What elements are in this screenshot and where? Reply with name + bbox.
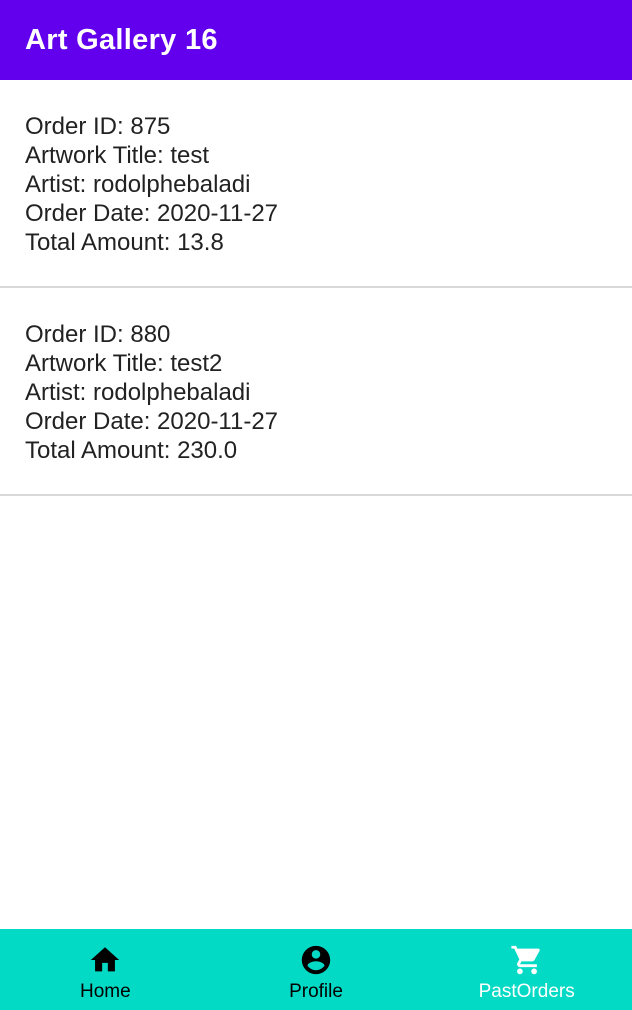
account-circle-icon [301, 945, 331, 975]
nav-item-profile[interactable]: Profile [211, 929, 422, 1010]
app-bar: Art Gallery 16 [0, 0, 632, 80]
order-id: Order ID: 880 [25, 321, 171, 348]
nav-label-home: Home [79, 981, 131, 1002]
orders-list[interactable]: Order ID: 875 Artwork Title: test Artist… [0, 80, 632, 929]
nav-item-pastorders[interactable]: PastOrders [421, 929, 632, 1010]
shopping-cart-icon [511, 945, 540, 975]
nav-label-profile: Profile [289, 981, 343, 1002]
nav-label-pastorders: PastOrders [478, 981, 575, 1002]
order-date: Order Date: 2020-11-27 [25, 408, 279, 435]
total-amount: Total Amount: 230.0 [25, 437, 238, 464]
bottom-navigation: Home Profile PastOrders [0, 929, 632, 1010]
app-title: Art Gallery 16 [25, 23, 218, 56]
order-list-item[interactable]: Order ID: 875 Artwork Title: test Artist… [0, 80, 632, 288]
artwork-title: Artwork Title: test [25, 142, 210, 169]
order-list-item[interactable]: Order ID: 880 Artwork Title: test2 Artis… [0, 288, 632, 496]
order-date: Order Date: 2020-11-27 [25, 200, 279, 227]
total-amount: Total Amount: 13.8 [25, 229, 224, 256]
order-id: Order ID: 875 [25, 113, 171, 140]
artist-name: Artist: rodolphebaladi [25, 171, 251, 198]
artwork-title: Artwork Title: test2 [25, 350, 223, 377]
home-icon [91, 947, 120, 972]
nav-item-home[interactable]: Home [0, 929, 211, 1010]
artist-name: Artist: rodolphebaladi [25, 379, 251, 406]
